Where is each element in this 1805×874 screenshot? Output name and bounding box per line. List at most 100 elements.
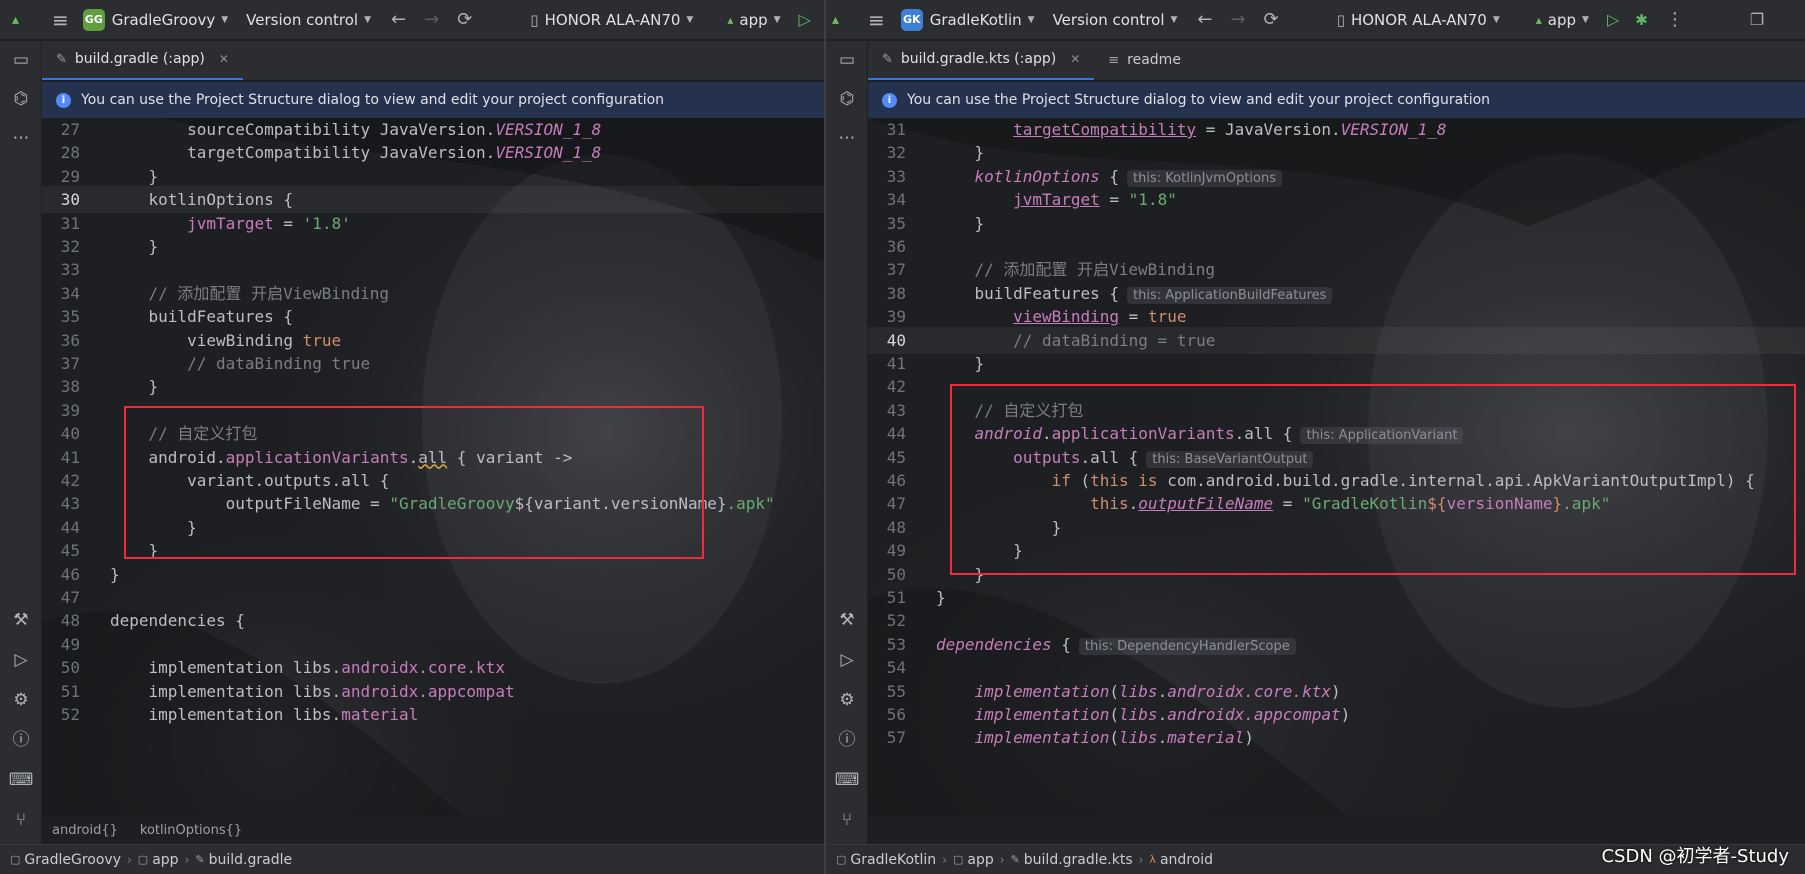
project-name: GradleGroovy [111, 10, 216, 29]
main-menu-icon[interactable]: ≡ [52, 8, 69, 32]
code-token: implementation libs. [148, 658, 342, 678]
code-token: targetCompatibility [1013, 120, 1197, 139]
more-actions-icon[interactable]: ⋮ [1666, 9, 1684, 30]
code-line[interactable]: 52 implementation libs.material [42, 701, 824, 728]
inlay-hint[interactable]: this: DependencyHandlerScope [1078, 637, 1296, 655]
terminal-icon[interactable]: ⌨ [0, 769, 42, 791]
chevron-right-icon: › [942, 852, 947, 867]
android-icon[interactable]: ▴ [12, 12, 34, 28]
code-editor[interactable]: 31 targetCompatibility = JavaVersion.VER… [868, 118, 1805, 816]
back-icon[interactable]: ← [391, 9, 406, 30]
code-token: sourceCompatibility JavaVersion. [187, 120, 496, 139]
vcs-menu[interactable]: Version control ▼ [1053, 11, 1178, 29]
breadcrumb: android{} kotlinOptions{} [42, 816, 824, 844]
inlay-hint[interactable]: this: BaseVariantOutput [1146, 450, 1314, 468]
status-file[interactable]: build.gradle [209, 852, 293, 868]
run-icon[interactable]: ▷ [799, 10, 811, 29]
build-hammer-icon[interactable]: ⚒ [826, 609, 868, 631]
problems-icon[interactable]: ⓘ [826, 729, 868, 751]
tab-readme[interactable]: ≡ readme [1094, 40, 1195, 80]
code-token: ${variant.versionName} [514, 494, 727, 514]
project-selector[interactable]: GK GradleKotlin ▼ [900, 8, 1035, 31]
project-name: GradleKotlin [929, 10, 1022, 29]
breadcrumb-item[interactable]: kotlinOptions{} [140, 823, 242, 838]
code-token: targetCompatibility JavaVersion. [187, 143, 496, 163]
code-token: . [1157, 681, 1168, 701]
status-project[interactable]: GradleKotlin [850, 852, 936, 868]
code-token: = JavaVersion. [1196, 120, 1341, 139]
terminal-icon[interactable]: ⌨ [826, 769, 868, 791]
close-tab-icon[interactable]: ✕ [1070, 52, 1080, 66]
debug-bug-icon[interactable]: ✱ [1635, 11, 1648, 29]
code-token: androidx.core.ktx [1167, 681, 1331, 701]
status-symbol[interactable]: android [1160, 852, 1213, 868]
git-branch-icon[interactable]: ⑂ [826, 809, 868, 831]
build-hammer-icon[interactable]: ⚒ [0, 609, 42, 631]
code-token: ) [1330, 681, 1341, 701]
app-inspection-icon[interactable]: ⚙ [826, 689, 868, 711]
code-token: implementation libs. [148, 705, 342, 724]
device-selector[interactable]: ▯ HONOR ALA-AN70 ▼ [530, 11, 693, 29]
run-config-name: app [1547, 10, 1577, 29]
back-icon[interactable]: ← [1197, 9, 1212, 30]
code-token: this is [1090, 471, 1158, 490]
breadcrumb-item[interactable]: android{} [52, 823, 118, 838]
code-line[interactable]: 57 implementation(libs.material) [868, 724, 1805, 751]
run-config-selector[interactable]: ▴ app ▼ [1536, 11, 1589, 29]
run-tool-icon[interactable]: ▷ [0, 649, 42, 671]
more-tools-icon[interactable]: ⋯ [826, 127, 868, 149]
status-module[interactable]: app [152, 852, 178, 868]
forward-icon[interactable]: → [424, 9, 439, 30]
git-branch-icon[interactable]: ⑂ [0, 809, 42, 831]
code-token: libs [1119, 728, 1158, 748]
run-tool-icon[interactable]: ▷ [826, 649, 868, 671]
inlay-hint[interactable]: this: ApplicationVariant [1300, 427, 1464, 445]
code-token: } [148, 237, 159, 256]
project-folder-icon[interactable]: ▭ [826, 49, 868, 71]
code-token: all [418, 447, 448, 467]
status-file[interactable]: build.gradle.kts [1024, 852, 1133, 868]
app-inspection-icon[interactable]: ⚙ [0, 689, 42, 711]
resource-manager-icon[interactable]: ⌬ [0, 88, 42, 110]
status-project[interactable]: GradleGroovy [24, 852, 121, 868]
code-token: variant.outputs.all { [187, 471, 390, 490]
code-token: VERSION_1_8 [1340, 120, 1447, 139]
ide-window-left: ▴ ≡ GG GradleGroovy ▼ Version control ▼ ← … [0, 0, 824, 874]
sync-icon[interactable]: ⟳ [1264, 9, 1279, 30]
tab-build-gradle-kts[interactable]: ✎ build.gradle.kts (:app) ✕ [868, 40, 1095, 80]
chevron-down-icon: ▼ [773, 14, 781, 25]
code-token: { [1051, 634, 1071, 654]
code-token: ${ [1427, 494, 1447, 514]
tab-build-gradle[interactable]: ✎ build.gradle (:app) ✕ [42, 40, 243, 80]
code-token: } [974, 564, 985, 584]
code-editor[interactable]: 27 sourceCompatibility JavaVersion.VERSI… [42, 118, 824, 816]
run-config-selector[interactable]: ▴ app ▼ [727, 11, 780, 29]
close-tab-icon[interactable]: ✕ [219, 52, 229, 66]
code-token: outputFileName = [225, 494, 390, 514]
problems-icon[interactable]: ⓘ [0, 729, 42, 751]
more-tools-icon[interactable]: ⋯ [0, 127, 42, 149]
forward-icon[interactable]: → [1231, 9, 1246, 30]
status-module[interactable]: app [967, 852, 993, 868]
project-folder-icon[interactable]: ▭ [0, 49, 42, 71]
project-selector[interactable]: GG GradleGroovy ▼ [82, 8, 228, 31]
run-icon[interactable]: ▷ [1607, 10, 1619, 29]
device-manager-icon[interactable]: ❐ [1750, 10, 1764, 29]
sync-icon[interactable]: ⟳ [457, 9, 472, 30]
chevron-down-icon: ▼ [1492, 14, 1500, 25]
android-icon[interactable]: ▴ [832, 12, 854, 28]
inlay-hint[interactable]: this: KotlinJvmOptions [1127, 169, 1283, 187]
ide-window-right: ▴ ≡ GK GradleKotlin ▼ Version control ▼ ← … [826, 0, 1805, 874]
inlay-hint[interactable]: this: ApplicationBuildFeatures [1127, 286, 1333, 304]
main-menu-icon[interactable]: ≡ [868, 8, 885, 32]
device-selector[interactable]: ▯ HONOR ALA-AN70 ▼ [1337, 11, 1500, 29]
vcs-menu[interactable]: Version control ▼ [246, 11, 371, 29]
resource-manager-icon[interactable]: ⌬ [826, 88, 868, 110]
chevron-down-icon: ▼ [1170, 14, 1178, 25]
